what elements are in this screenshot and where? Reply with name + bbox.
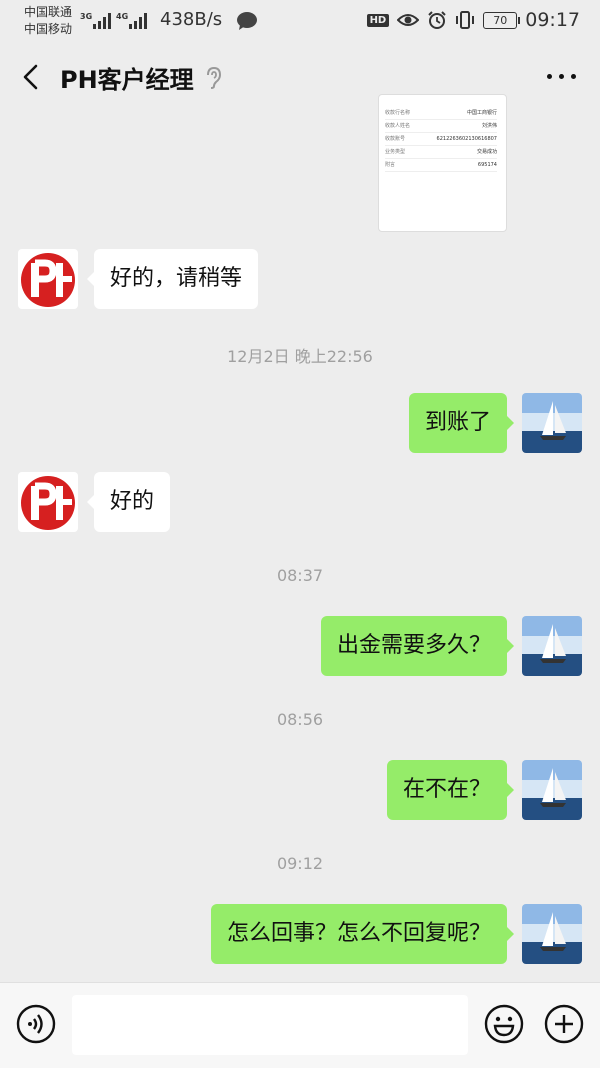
back-arrow-icon[interactable] — [16, 62, 46, 92]
receipt-label: 收款行名称 — [385, 110, 411, 116]
sailboat-avatar-icon — [522, 760, 582, 820]
timestamp: 12月2日 晚上22:56 — [227, 347, 373, 366]
timestamp: 08:37 — [276, 566, 324, 585]
carrier-info: 中国联通 中国移动 — [24, 4, 72, 38]
sailboat-avatar-icon — [522, 904, 582, 964]
user-avatar[interactable] — [522, 616, 582, 676]
receipt-label: 收款账号 — [385, 136, 406, 142]
receipt-label: 业务类型 — [385, 149, 406, 155]
earpiece-mode-icon — [207, 66, 222, 89]
receipt-row: 收款行名称 中国工商银行 — [385, 107, 497, 120]
status-icons: HD 70 09:17 — [366, 9, 580, 31]
receipt-value: 6212263602130616807 — [436, 136, 497, 142]
alarm-icon — [428, 11, 446, 29]
receipt-image-message[interactable]: 收款行名称 中国工商银行 收款人姓名 刘洪伟 收款账号 621226360213… — [378, 94, 507, 232]
status-bar: 中国联通 中国移动 3G 4G 438B/s HD 70 09:17 — [0, 0, 600, 44]
message-input-bar — [0, 982, 600, 1068]
vibrate-icon — [456, 11, 475, 29]
message-bubble-outgoing[interactable]: 出金需要多久？ — [320, 616, 515, 676]
sailboat-avatar-icon — [522, 616, 582, 676]
receipt-row: 收款账号 6212263602130616807 — [385, 133, 497, 146]
ph-logo-icon — [18, 249, 78, 309]
carrier-1: 中国联通 — [24, 5, 73, 19]
contact-avatar[interactable] — [18, 472, 78, 532]
more-dot-icon — [559, 74, 564, 79]
ph-logo-icon — [18, 472, 78, 532]
message-bubble-outgoing[interactable]: 在不在？ — [386, 760, 515, 820]
user-avatar[interactable] — [522, 393, 582, 453]
message-bubble-outgoing[interactable]: 怎么回事？怎么不回复呢？ — [210, 904, 515, 964]
signal-4g-icon: 4G — [116, 12, 147, 29]
receipt-row: 附言 695174 — [385, 159, 497, 172]
net-4g-label: 4G — [116, 12, 128, 21]
carrier-2: 中国移动 — [24, 22, 73, 36]
timestamp: 09:12 — [276, 854, 324, 873]
receipt-details: 收款行名称 中国工商银行 收款人姓名 刘洪伟 收款账号 621226360213… — [385, 107, 497, 173]
message-bubble-outgoing[interactable]: 到账了 — [408, 393, 515, 453]
receipt-value: 刘洪伟 — [481, 123, 497, 129]
message-bubble-incoming[interactable]: 好的 — [86, 472, 171, 532]
chat-title: PH客户经理 — [60, 66, 194, 94]
network-speed: 438B/s — [160, 9, 223, 30]
receipt-value: 695174 — [477, 162, 497, 168]
voice-input-icon[interactable] — [16, 1004, 56, 1044]
plus-icon[interactable] — [544, 1004, 584, 1044]
emoji-icon[interactable] — [484, 1004, 524, 1044]
receipt-label: 收款人姓名 — [385, 123, 411, 129]
eye-icon — [397, 14, 420, 26]
user-avatar[interactable] — [522, 904, 582, 964]
receipt-row: 收款人姓名 刘洪伟 — [385, 120, 497, 133]
contact-avatar[interactable] — [18, 249, 78, 309]
signal-3g-icon: 3G — [80, 12, 111, 29]
message-text-input[interactable] — [72, 995, 468, 1055]
more-dot-icon — [571, 74, 576, 79]
more-dot-icon — [547, 74, 552, 79]
receipt-label: 附言 — [385, 162, 396, 168]
receipt-value: 交易成功 — [476, 149, 497, 155]
user-avatar[interactable] — [522, 760, 582, 820]
message-bubble-incoming[interactable]: 好的，请稍等 — [86, 249, 259, 309]
battery-icon: 70 — [483, 11, 521, 29]
net-3g-label: 3G — [80, 12, 92, 21]
hd-icon: HD — [366, 13, 390, 27]
more-options-button[interactable] — [547, 74, 576, 79]
timestamp: 08:56 — [276, 710, 324, 729]
receipt-value: 中国工商银行 — [466, 110, 497, 116]
message-notification-icon — [237, 12, 257, 30]
chat-header: PH客户经理 — [0, 44, 600, 110]
receipt-row: 业务类型 交易成功 — [385, 146, 497, 159]
sailboat-avatar-icon — [522, 393, 582, 453]
status-time: 09:17 — [525, 9, 580, 31]
